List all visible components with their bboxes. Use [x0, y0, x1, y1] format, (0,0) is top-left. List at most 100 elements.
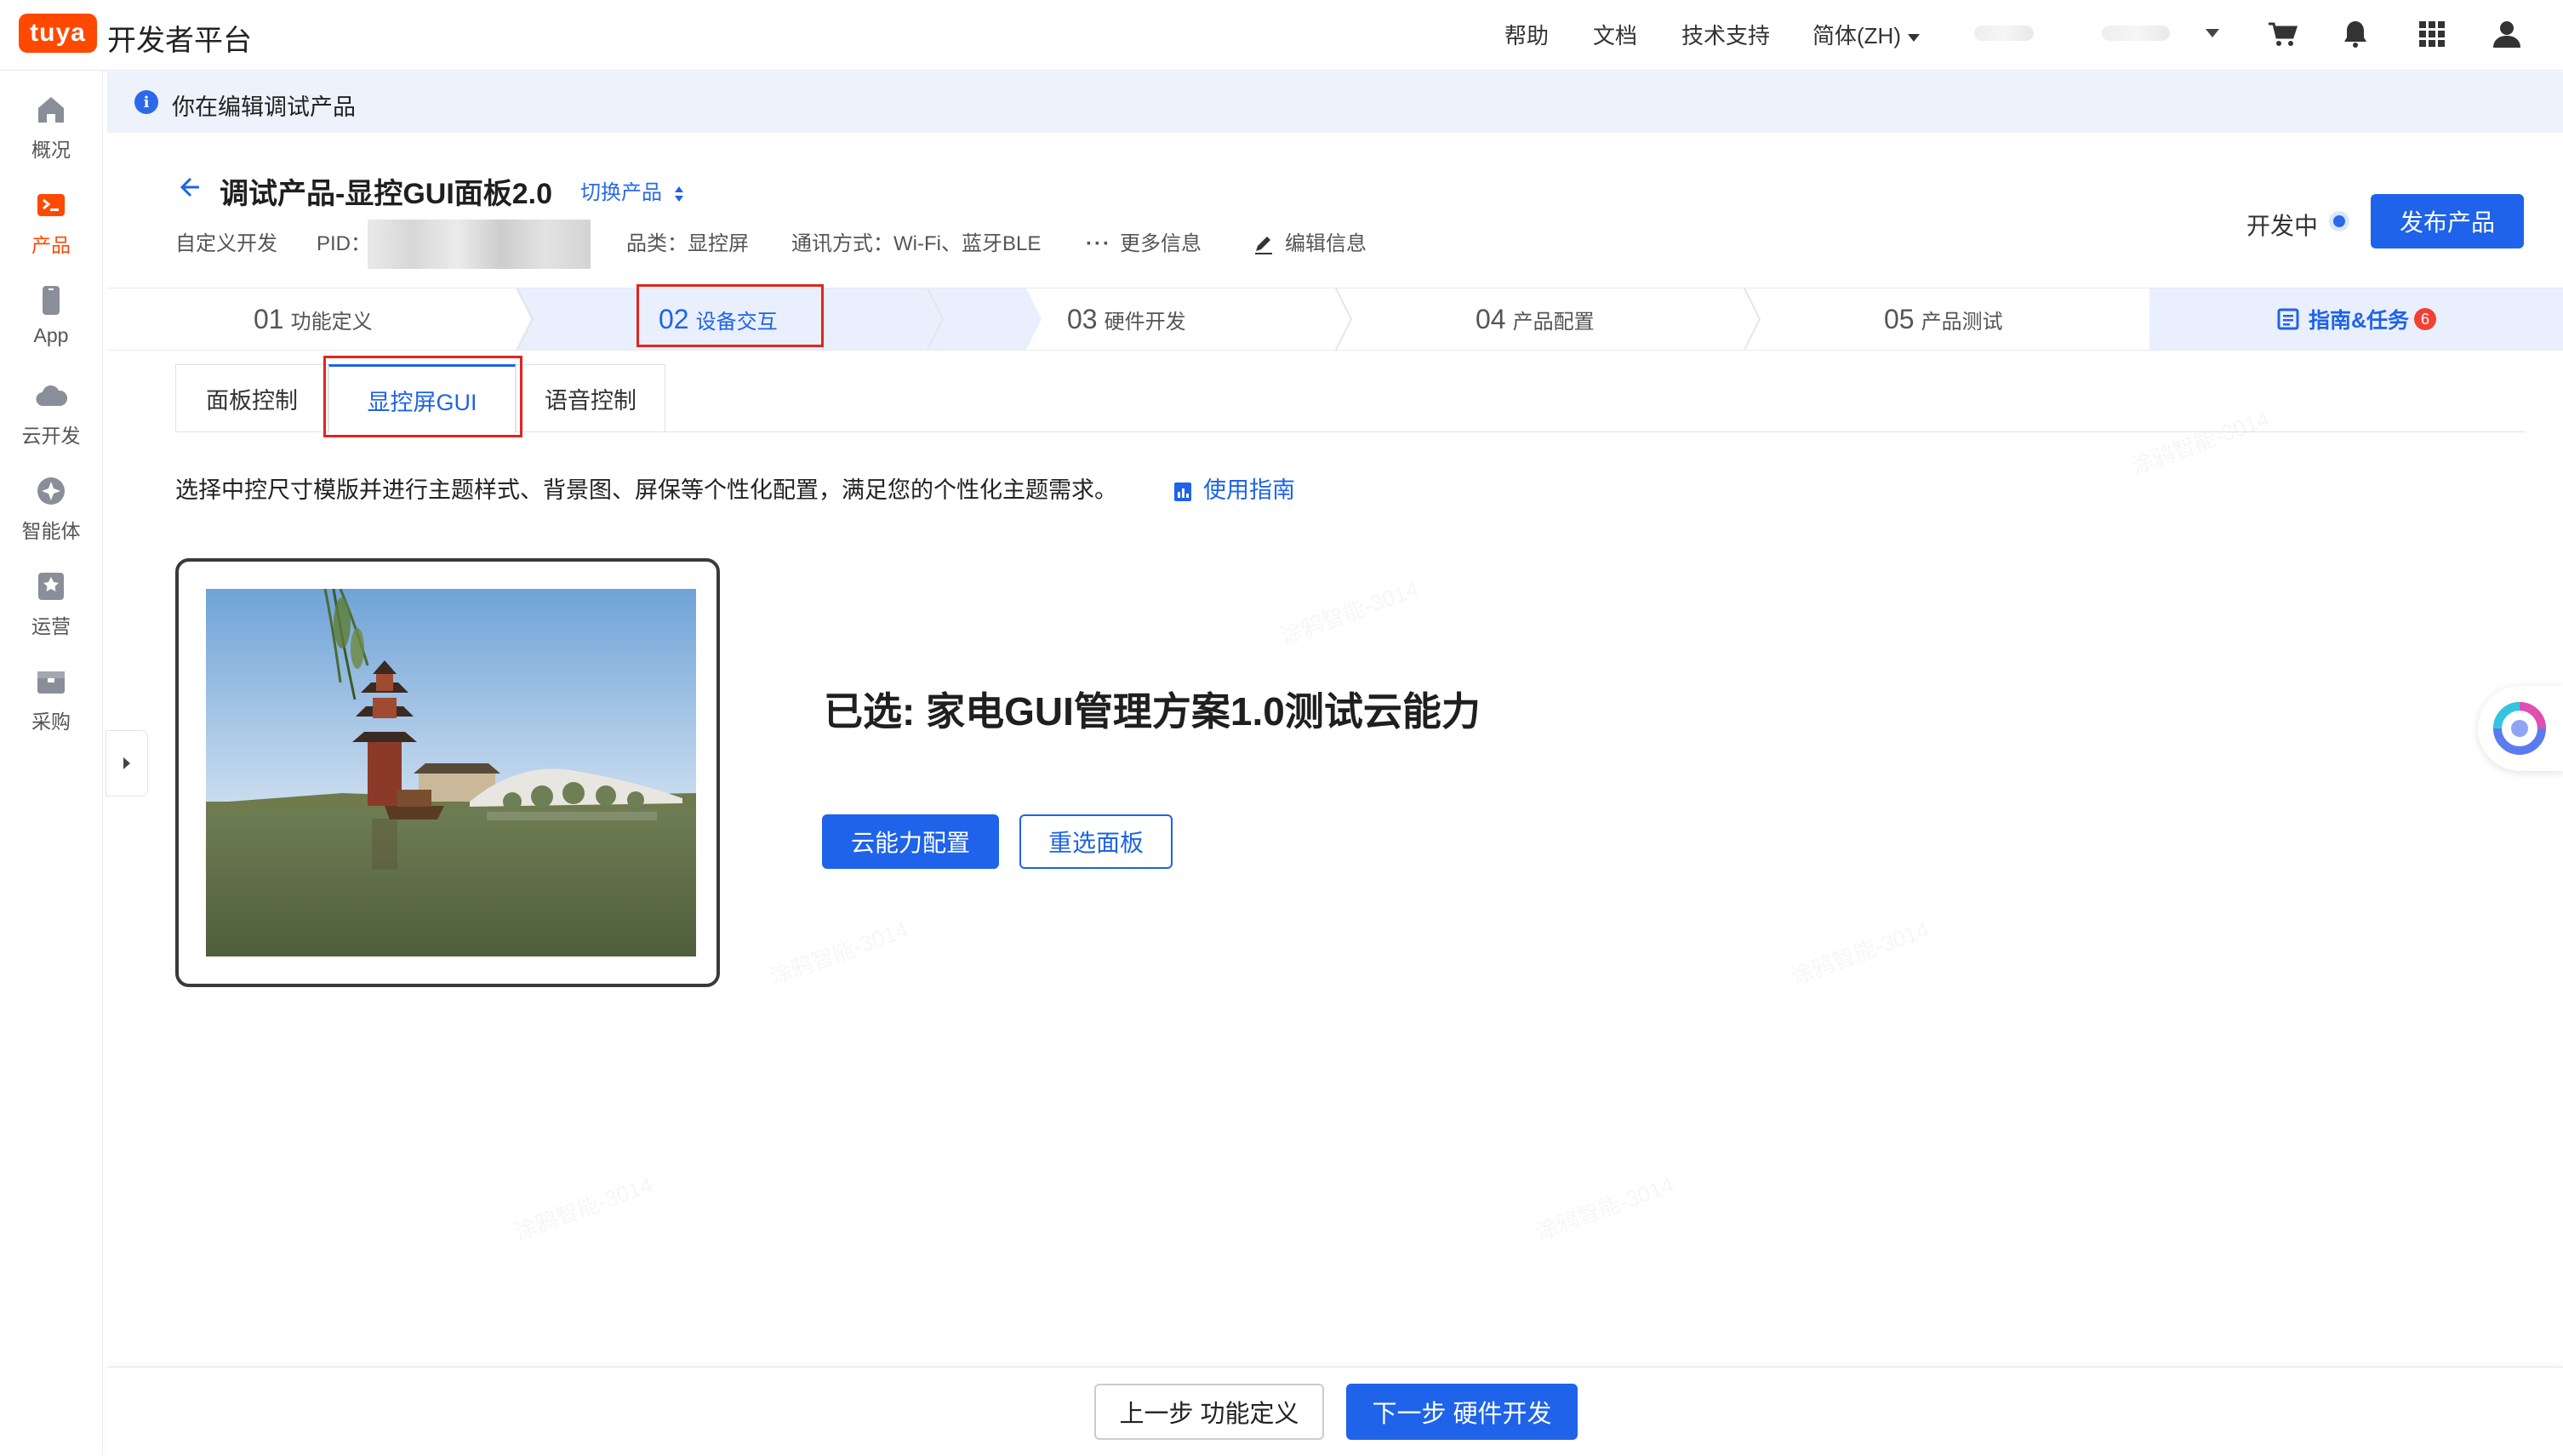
document-list-icon — [2277, 308, 2299, 330]
next-step-button[interactable]: 下一步 硬件开发 — [1346, 1384, 1578, 1440]
ellipsis-icon: ··· — [1086, 232, 1111, 255]
sidebar-item-app[interactable]: App — [0, 283, 102, 368]
step-label: 产品测试 — [1921, 310, 2003, 334]
step-function-definition[interactable]: 01 功能定义 — [254, 288, 373, 350]
debug-product-banner: i 你在编辑调试产品 — [107, 71, 2563, 133]
product-icon — [37, 194, 65, 216]
sidebar-item-purchase[interactable]: 采购 — [0, 665, 102, 750]
step-separator — [1744, 288, 1761, 350]
communication-label: 通讯方式：Wi-Fi、蓝牙BLE — [791, 232, 1042, 255]
sidebar-item-overview[interactable]: 概况 — [0, 93, 102, 178]
step-product-configuration[interactable]: 04 产品配置 — [1476, 288, 1595, 350]
back-arrow-icon[interactable] — [175, 174, 203, 201]
box-icon — [37, 671, 65, 694]
previous-step-button[interactable]: 上一步 功能定义 — [1094, 1384, 1324, 1440]
step-number: 05 — [1884, 303, 1915, 334]
edit-info-button[interactable]: 编辑信息 — [1253, 226, 1367, 256]
selected-panel-title: 已选: 家电GUI管理方案1.0测试云能力 — [824, 689, 1481, 734]
account-dropdown-icon[interactable] — [2206, 29, 2219, 37]
caret-down-icon — [1907, 33, 1920, 42]
sidebar-item-label: App — [33, 324, 69, 346]
agent-icon — [37, 477, 65, 505]
step-label: 产品配置 — [1512, 310, 1595, 334]
sort-arrows-icon — [674, 186, 683, 202]
language-selector[interactable]: 简体(ZH) — [1812, 19, 1920, 50]
cloud-config-button[interactable]: 云能力配置 — [822, 814, 999, 869]
switch-product-label: 切换产品 — [580, 181, 662, 204]
tuya-logo[interactable]: tuya — [19, 14, 97, 53]
step-separator — [517, 288, 534, 350]
guide-tasks-button[interactable]: 指南&任务 6 — [2149, 288, 2563, 350]
watermark: 涂鸦智能-3014 — [765, 912, 912, 991]
pencil-icon — [1255, 236, 1272, 254]
watermark: 涂鸦智能-3014 — [510, 1168, 657, 1247]
usage-guide-link[interactable]: 使用指南 — [1173, 471, 1295, 505]
ai-assistant-button[interactable] — [2478, 686, 2563, 771]
more-info-button[interactable]: ··· 更多信息 — [1086, 226, 1202, 256]
highlight-box-tab — [323, 356, 522, 437]
home-icon — [38, 97, 64, 123]
sidebar-item-label: 采购 — [31, 711, 71, 733]
bottom-action-bar — [107, 1367, 2563, 1456]
watermark: 涂鸦智能-3014 — [1276, 572, 1423, 651]
usage-guide-label: 使用指南 — [1203, 477, 1295, 503]
step-separator — [1335, 288, 1353, 350]
sidebar-item-agent[interactable]: 智能体 — [0, 474, 102, 559]
info-icon: i — [134, 90, 158, 114]
sidebar-item-label: 运营 — [31, 615, 71, 637]
help-link[interactable]: 帮助 — [1504, 19, 1549, 50]
pid-value-blurred — [368, 220, 591, 269]
sidebar-item-operations[interactable]: 运营 — [0, 569, 102, 654]
account-id-blurred — [2102, 26, 2170, 41]
step-hardware-development[interactable]: 03 硬件开发 — [1067, 288, 1186, 350]
step-number: 03 — [1067, 303, 1098, 334]
step-number: 04 — [1476, 303, 1506, 334]
switch-product-button[interactable]: 切换产品 — [580, 175, 685, 205]
gui-panel-preview[interactable] — [175, 558, 720, 987]
phone-icon — [43, 286, 60, 315]
top-navbar: tuya 开发者平台 帮助 文档 技术支持 简体(ZH) — [0, 0, 2563, 71]
pid-label: PID： — [317, 232, 372, 255]
step-product-testing[interactable]: 05 产品测试 — [1884, 288, 2003, 350]
bell-icon[interactable] — [2338, 17, 2372, 51]
task-count-badge: 6 — [2414, 308, 2437, 330]
watermark: 涂鸦智能-3014 — [1786, 912, 1933, 991]
support-link[interactable]: 技术支持 — [1681, 19, 1770, 50]
star-icon — [38, 573, 64, 600]
sidebar-item-label: 云开发 — [21, 425, 81, 447]
user-avatar-icon[interactable] — [2490, 17, 2524, 51]
account-name-blurred — [1974, 26, 2034, 41]
step-label: 功能定义 — [290, 310, 373, 334]
page-description: 选择中控尺寸模版并进行主题样式、背景图、屏保等个性化配置，满足您的个性化主题需求… — [175, 477, 1117, 503]
step-separator — [927, 288, 945, 350]
cart-icon[interactable] — [2265, 17, 2299, 51]
docs-link[interactable]: 文档 — [1593, 19, 1637, 50]
chevron-right-icon — [123, 757, 130, 769]
reselect-panel-button[interactable]: 重选面板 — [1019, 814, 1173, 869]
sidebar-item-label: 智能体 — [21, 520, 81, 542]
sidebar-item-product[interactable]: 产品 — [0, 188, 102, 273]
progress-steps: 01 功能定义 02 设备交互 03 硬件开发 04 产品配置 05 产品测试 指南&任务… — [107, 288, 2563, 351]
watermark: 涂鸦智能-3014 — [1531, 1168, 1678, 1247]
sidebar-expand-toggle[interactable] — [106, 730, 148, 797]
banner-text: 你在编辑调试产品 — [172, 94, 356, 120]
sidebar-item-label: 产品 — [31, 234, 71, 256]
apps-grid-icon[interactable] — [2415, 17, 2449, 51]
highlight-box-step — [636, 284, 824, 347]
product-title: 调试产品-显控GUI面板2.0 — [220, 178, 553, 210]
edit-info-label: 编辑信息 — [1285, 232, 1367, 255]
tab-panel-control[interactable]: 面板控制 — [175, 364, 328, 432]
category-label: 品类：显控屏 — [626, 232, 749, 255]
publish-product-button[interactable]: 发布产品 — [2371, 194, 2524, 248]
guide-label: 指南&任务 — [2308, 309, 2410, 333]
step-label: 硬件开发 — [1104, 310, 1186, 334]
dev-mode-label: 自定义开发 — [175, 232, 277, 255]
sidebar-item-label: 概况 — [31, 139, 71, 161]
tab-voice-control[interactable]: 语音控制 — [516, 364, 665, 432]
panel-preview-image — [206, 589, 696, 956]
step-number: 01 — [254, 303, 284, 334]
dev-status-label: 开发中 — [2246, 213, 2319, 239]
ai-assistant-icon — [2493, 702, 2546, 755]
sidebar-item-cloud[interactable]: 云开发 — [0, 379, 102, 464]
cloud-icon — [36, 385, 68, 407]
